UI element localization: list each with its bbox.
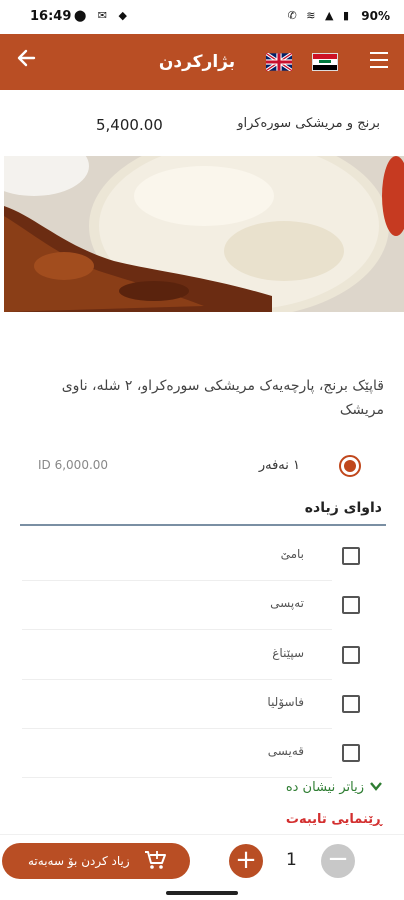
- notification-icons: ⬤ ✉ ◆: [74, 9, 131, 22]
- status-time: 16:49: [30, 9, 72, 24]
- product-description: قاپێک برنج، پارچەیەک مریشکی سورەکراو، ٢ …: [61, 378, 384, 418]
- extras-header: داوای زیادە: [20, 498, 386, 526]
- uk-flag-icon[interactable]: [266, 53, 292, 71]
- extra-label: قەیسی: [267, 744, 304, 758]
- decrease-quantity-button[interactable]: −: [321, 844, 355, 878]
- product-price: 5,400.00: [96, 116, 163, 134]
- gesture-nav-handle[interactable]: [166, 891, 238, 895]
- option-label: ١ نەفەر: [258, 458, 300, 473]
- status-bar: 16:49 ⬤ ✉ ◆ ✆ ≋ ▲ ▮ 90%: [0, 0, 404, 34]
- extra-checkbox-okra[interactable]: [342, 547, 360, 565]
- chevron-down-icon: [370, 780, 382, 795]
- bottom-bar: زیاد کردن بۆ سەبەتە + 1 −: [0, 834, 404, 890]
- signal-wifi-icons: ✆ ≋ ▲ ▮: [287, 9, 352, 22]
- menu-icon[interactable]: [370, 52, 388, 68]
- extra-label: تەپسی: [270, 596, 304, 610]
- option-radio[interactable]: [339, 455, 361, 477]
- add-to-cart-button[interactable]: زیاد کردن بۆ سەبەتە: [2, 843, 190, 879]
- show-more-label: زیاتر نیشان دە: [285, 780, 364, 795]
- product-summary: 5,400.00 برنج و مریشکی سورەکراو: [0, 108, 404, 144]
- extra-label: بامێ: [280, 547, 304, 561]
- page-title: بژارکردن: [158, 52, 236, 72]
- increase-quantity-button[interactable]: +: [229, 844, 263, 878]
- product-name: برنج و مریشکی سورەکراو: [237, 116, 380, 131]
- extras-title: داوای زیادە: [304, 500, 382, 516]
- add-to-cart-label: زیاد کردن بۆ سەبەتە: [28, 854, 130, 868]
- extra-label: فاسۆلیا: [267, 695, 304, 709]
- extra-checkbox-spinach[interactable]: [342, 646, 360, 664]
- portion-option[interactable]: ID 6,000.00 ١ نەفەر: [0, 452, 404, 480]
- extra-checkbox-tapsi[interactable]: [342, 596, 360, 614]
- extra-item-spinach[interactable]: سپێناغ: [22, 631, 332, 680]
- extra-item-apricot[interactable]: قەیسی: [22, 729, 332, 778]
- product-image: [4, 156, 404, 312]
- option-price: ID 6,000.00: [38, 458, 109, 472]
- special-instructions-link[interactable]: ڕێنمایی تایبەت: [286, 812, 382, 827]
- battery-level: 90%: [361, 9, 390, 23]
- extra-checkbox-apricot[interactable]: [342, 744, 360, 762]
- iraq-flag-icon[interactable]: [312, 53, 338, 71]
- extra-checkbox-beans[interactable]: [342, 695, 360, 713]
- extra-label: سپێناغ: [272, 646, 304, 660]
- quantity-value: 1: [286, 850, 297, 870]
- extra-item-beans[interactable]: فاسۆلیا: [22, 680, 332, 729]
- cart-icon: [145, 851, 166, 869]
- extra-item-okra[interactable]: بامێ: [22, 532, 332, 581]
- app-bar: بژارکردن: [0, 34, 404, 90]
- extra-item-tapsi[interactable]: تەپسی: [22, 581, 332, 630]
- show-more-link[interactable]: زیاتر نیشان دە: [286, 780, 382, 800]
